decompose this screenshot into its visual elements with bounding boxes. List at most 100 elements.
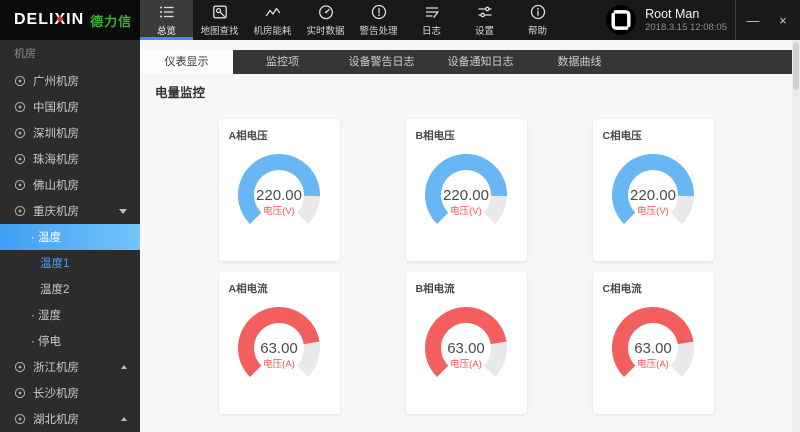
sidebar-item[interactable]: 温度1 xyxy=(0,250,140,276)
menu-item-map-search[interactable]: 地图查找 xyxy=(193,0,246,40)
chevron-up-icon xyxy=(121,417,127,421)
sidebar-item[interactable]: 珠海机房 xyxy=(0,146,140,172)
gauge: 63.00电压(A) xyxy=(406,298,527,386)
gauge-value: 220.00 xyxy=(630,187,676,204)
gauge-unit-label: 电压(V) xyxy=(263,205,295,217)
gauge-card: C相电压220.00电压(V) xyxy=(593,119,714,261)
tab-设备通知日志[interactable]: 设备通知日志 xyxy=(431,50,530,74)
map-search-icon xyxy=(211,3,229,21)
menu-item-logs[interactable]: 日志 xyxy=(405,0,458,40)
menu-item-alerts[interactable]: 警告处理 xyxy=(352,0,405,40)
gauge-value: 220.00 xyxy=(256,187,302,204)
gauge: 63.00电压(A) xyxy=(593,298,714,386)
gauge: 220.00电压(V) xyxy=(406,145,527,233)
sidebar-item[interactable]: 广州机房 xyxy=(0,68,140,94)
sidebar-item[interactable]: 温度2 xyxy=(0,276,140,302)
top-bar: DELIXIN 德力信 总览地图查找机房能耗实时数据 警告处理日志设置帮助 Roo… xyxy=(0,0,800,40)
sidebar-item-label: 中国机房 xyxy=(33,99,79,115)
settings-icon xyxy=(476,3,494,21)
menu-item-overview[interactable]: 总览 xyxy=(140,0,193,40)
app-window: DELIXIN 德力信 总览地图查找机房能耗实时数据 警告处理日志设置帮助 Roo… xyxy=(0,0,800,432)
user-name: Root Man xyxy=(645,7,727,22)
tab-gauge-display[interactable]: 仪表显示 xyxy=(140,50,233,74)
gauge-card: B相电压220.00电压(V) xyxy=(406,119,527,261)
gauge-chart: 63.00电压(A) xyxy=(411,298,521,386)
gauge: 220.00电压(V) xyxy=(219,145,340,233)
menu-item-label: 帮助 xyxy=(528,23,547,37)
sidebar: 机房 广州机房中国机房深圳机房珠海机房佛山机房重庆机房温度温度1 温度2 湿度停电浙… xyxy=(0,40,140,432)
overview-icon xyxy=(158,3,176,21)
gauge-chart: 220.00电压(V) xyxy=(411,145,521,233)
room-icon xyxy=(14,413,26,425)
room-tree: 广州机房中国机房深圳机房珠海机房佛山机房重庆机房温度温度1 温度2 湿度停电浙江机房… xyxy=(0,68,140,432)
gauge-card-title: B相电流 xyxy=(406,272,527,296)
gauge-value: 63.00 xyxy=(634,340,672,357)
tab-bar-dark: 监控项设备警告日志设备通知日志数据曲线 xyxy=(233,50,792,74)
alert-icon xyxy=(370,3,388,21)
sidebar-item[interactable]: 重庆机房 xyxy=(0,198,140,224)
gauge-chart: 63.00电压(A) xyxy=(598,298,708,386)
sidebar-item[interactable]: 中国机房 xyxy=(0,94,140,120)
help-icon xyxy=(529,3,547,21)
gauge-unit-label: 电压(V) xyxy=(450,205,482,217)
sidebar-item-label: 浙江机房 xyxy=(33,359,79,375)
logo-left: DELI xyxy=(14,11,54,29)
chevron-down-icon xyxy=(119,209,127,214)
menu-item-energy[interactable]: 机房能耗 xyxy=(246,0,299,40)
minimize-button[interactable]: — xyxy=(746,14,760,27)
gauge-card-title: C相电流 xyxy=(593,272,714,296)
close-button[interactable]: × xyxy=(776,14,790,27)
logo-chinese-name: 德力信 xyxy=(90,11,132,30)
room-icon xyxy=(14,361,26,373)
menu-item-label: 地图查找 xyxy=(200,23,238,37)
sidebar-item[interactable]: 佛山机房 xyxy=(0,172,140,198)
gauge-chart: 63.00电压(A) xyxy=(224,298,334,386)
gauge-value: 220.00 xyxy=(443,187,489,204)
scrollbar[interactable] xyxy=(792,40,800,432)
app-logo: DELIXIN 德力信 xyxy=(0,0,140,40)
tab-设备警告日志[interactable]: 设备警告日志 xyxy=(332,50,431,74)
menu-item-label: 警告处理 xyxy=(359,23,397,37)
sidebar-item[interactable]: 长沙机房 xyxy=(0,380,140,406)
gauge-card-title: B相电压 xyxy=(406,119,527,143)
realtime-icon xyxy=(317,3,335,21)
room-icon xyxy=(14,127,26,139)
sidebar-item[interactable]: 深圳机房 xyxy=(0,120,140,146)
tab-bar: 仪表显示 监控项设备警告日志设备通知日志数据曲线 xyxy=(140,50,792,74)
gauge-unit-label: 电压(A) xyxy=(450,358,482,370)
sidebar-item-label: 广州机房 xyxy=(33,73,79,89)
avatar-logo-icon xyxy=(606,5,636,35)
menu-item-realtime[interactable]: 实时数据 xyxy=(299,0,352,40)
user-info: Root Man 2018.3.15 12:08:05 xyxy=(645,7,727,34)
main-content: 仪表显示 监控项设备警告日志设备通知日志数据曲线 电量监控 A相电压220.00… xyxy=(140,40,792,432)
sidebar-item[interactable]: 浙江机房 xyxy=(0,354,140,380)
sidebar-item[interactable]: 湿度 xyxy=(0,302,140,328)
menu-item-help[interactable]: 帮助 xyxy=(511,0,564,40)
sidebar-item[interactable]: 停电 xyxy=(0,328,140,354)
user-area[interactable]: Root Man 2018.3.15 12:08:05 xyxy=(606,0,735,40)
sidebar-item-label: 温度2 xyxy=(40,281,69,297)
logo-right: IN xyxy=(66,11,84,29)
tab-数据曲线[interactable]: 数据曲线 xyxy=(530,50,629,74)
tab-监控项[interactable]: 监控项 xyxy=(233,50,332,74)
sidebar-item-label: 湖北机房 xyxy=(33,411,79,427)
gauge: 63.00电压(A) xyxy=(219,298,340,386)
menu-item-settings[interactable]: 设置 xyxy=(458,0,511,40)
sidebar-item[interactable]: 温度 xyxy=(0,224,140,250)
chevron-up-icon xyxy=(121,365,127,369)
gauge-unit-label: 电压(V) xyxy=(637,205,669,217)
sidebar-header-rooms: 机房 xyxy=(0,40,140,68)
scrollbar-thumb[interactable] xyxy=(793,42,799,90)
room-icon xyxy=(14,205,26,217)
sidebar-item[interactable]: 湖北机房 xyxy=(0,406,140,432)
window-controls: — × xyxy=(735,0,800,40)
logo-x-red-dot: X xyxy=(54,11,66,29)
menu-item-label: 实时数据 xyxy=(306,23,344,37)
gauge-card: A相电压220.00电压(V) xyxy=(219,119,340,261)
avatar[interactable] xyxy=(606,5,636,35)
page-title: 电量监控 xyxy=(155,82,792,101)
gauge-grid: A相电压220.00电压(V)B相电压220.00电压(V)C相电压220.00… xyxy=(140,119,792,414)
sidebar-item-label: 深圳机房 xyxy=(33,125,79,141)
sidebar-item-label: 长沙机房 xyxy=(33,385,79,401)
gauge-unit-label: 电压(A) xyxy=(637,358,669,370)
